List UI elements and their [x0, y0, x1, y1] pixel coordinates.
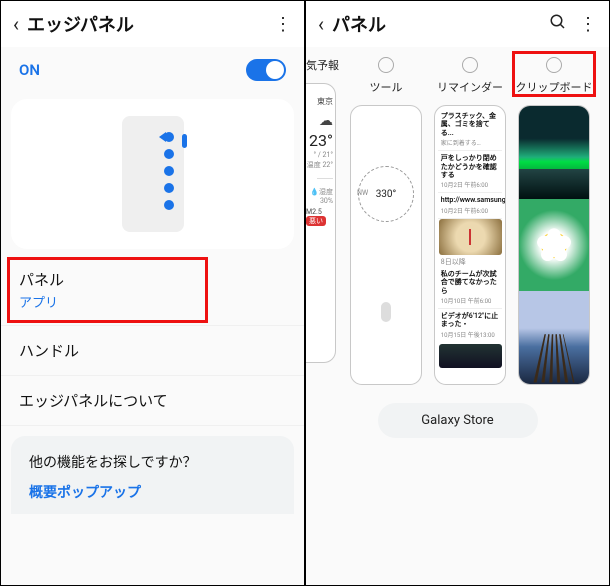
more-icon[interactable]: ⋮: [579, 14, 597, 35]
reminder-prev-label: 8日以降: [438, 255, 502, 267]
screen-panel-picker: ‹ パネル ⋮ 気予報 東京 ☁ 23° ° / 21° 温度 22° 💧湿度 …: [305, 0, 610, 586]
clipboard-image-daisy: [518, 199, 590, 292]
edge-handle-icon: [182, 134, 187, 148]
panel-card-tools: NW 330°: [350, 105, 422, 385]
reminder-date: 家に到着する…: [441, 138, 499, 147]
galaxy-store-button[interactable]: Galaxy Store: [378, 403, 538, 438]
toggle-switch[interactable]: [246, 59, 286, 81]
page-title: エッジパネル: [27, 11, 262, 37]
edge-dot-icon: [164, 183, 174, 193]
flashlight-icon: [381, 302, 391, 322]
reminder-title: プラスチック、金属、ゴミを捨てる...: [441, 112, 499, 137]
edge-dot-icon: [164, 200, 174, 210]
radio-unselected[interactable]: [546, 57, 562, 73]
footer-card: 他の機能をお探しですか？ 概要ポップアップ: [11, 436, 294, 514]
panel-label: ツール: [370, 79, 403, 95]
header: ‹ エッジパネル ⋮: [1, 1, 304, 47]
weather-humidity-label: 💧湿度: [310, 187, 333, 197]
divider: [317, 178, 333, 179]
edge-dot-icon: [164, 166, 174, 176]
header: ‹ パネル ⋮: [306, 1, 609, 47]
panel-menu-item[interactable]: パネル アプリ: [1, 255, 304, 326]
clipboard-image-pier: [518, 291, 590, 384]
back-icon[interactable]: ‹: [13, 12, 19, 36]
page-title: パネル: [332, 11, 537, 37]
weather-humidity: 30%: [320, 197, 333, 205]
weather-temp: 23°: [309, 131, 333, 150]
screen-edge-panel-settings: ‹ エッジパネル ⋮ ON パネル アプリ ハンドル: [0, 0, 305, 586]
red-highlight: [7, 257, 208, 323]
panel-reminder[interactable]: リマインダー プラスチック、金属、ゴミを捨てる... 家に到着する… 戸をしっか…: [432, 57, 508, 385]
reminder-date: 10月15日 午後13:00: [441, 330, 499, 339]
weather-city: 東京: [317, 96, 333, 107]
panel-tools[interactable]: ツール NW 330°: [348, 57, 424, 385]
radio-unselected[interactable]: [378, 57, 394, 73]
more-icon[interactable]: ⋮: [274, 14, 292, 35]
toggle-label: ON: [19, 61, 40, 79]
footer-link[interactable]: 概要ポップアップ: [29, 482, 276, 502]
radio-unselected[interactable]: [462, 57, 478, 73]
reminder-image-compass: [439, 219, 502, 255]
reminder-date: 10月2日 午前6:00: [441, 206, 499, 215]
search-icon[interactable]: [549, 13, 567, 35]
panel-scroll[interactable]: 気予報 東京 ☁ 23° ° / 21° 温度 22° 💧湿度 30% M2.5…: [306, 47, 609, 585]
panel-card-reminder: プラスチック、金属、ゴミを捨てる... 家に到着する… 戸をしっかり閉めたかどう…: [434, 105, 506, 385]
edge-preview: [122, 116, 184, 232]
reminder-title: 私のチームが次試合で勝てなかったら: [441, 270, 499, 295]
panel-row: 気予報 東京 ☁ 23° ° / 21° 温度 22° 💧湿度 30% M2.5…: [306, 57, 609, 385]
weather-range: ° / 21°: [314, 151, 333, 159]
reminder-item: プラスチック、金属、ゴミを捨てる... 家に到着する…: [438, 109, 502, 151]
reminder-date: 10月2日 午前6:00: [441, 180, 499, 189]
reminder-item: http://www.samsung.com 10月2日 午前6:00: [438, 193, 502, 218]
reminder-item: 私のチームが次試合で勝てなかったら 10月10日 午前6:00: [438, 267, 502, 309]
clipboard-image-aurora: [518, 106, 590, 199]
weather-feels: 温度 22°: [307, 160, 333, 170]
panel-label: クリップボード: [516, 79, 593, 95]
reminder-link: http://www.samsung.com: [441, 196, 499, 204]
panel-label: 気予報: [306, 57, 339, 73]
item-title: ハンドル: [19, 340, 286, 361]
panel-weather-partial[interactable]: 気予報 東京 ☁ 23° ° / 21° 温度 22° 💧湿度 30% M2.5…: [306, 57, 340, 385]
handle-menu-item[interactable]: ハンドル: [1, 326, 304, 376]
weather-pm: M2.5 悪い: [306, 208, 333, 226]
compass-icon: NW 330°: [358, 166, 414, 222]
item-title: エッジパネルについて: [19, 390, 286, 411]
reminder-item: 戸をしっかり閉めたかどうかを確認する 10月2日 午前6:00: [438, 151, 502, 193]
panel-card-clipboard: [518, 105, 590, 385]
reminder-title: 戸をしっかり閉めたかどうかを確認する: [441, 154, 499, 179]
edge-preview-area: [11, 99, 294, 249]
reminder-date: 10月10日 午前6:00: [441, 296, 499, 305]
edge-dot-icon: [164, 149, 174, 159]
settings-list: パネル アプリ ハンドル エッジパネルについて: [1, 255, 304, 426]
footer-title: 他の機能をお探しですか？: [29, 452, 276, 472]
item-title: パネル: [19, 269, 286, 290]
edge-dot-icon: [164, 132, 174, 142]
reminder-title: ビデオが6'12"に止まった・: [441, 312, 499, 329]
panel-card-weather: 東京 ☁ 23° ° / 21° 温度 22° 💧湿度 30% M2.5 悪い: [306, 83, 336, 363]
reminder-image-storm: [439, 344, 502, 368]
panel-label: リマインダー: [437, 79, 503, 95]
master-toggle-row[interactable]: ON: [1, 47, 304, 93]
back-icon[interactable]: ‹: [318, 12, 324, 36]
compass-dir: NW: [357, 189, 368, 197]
compass-deg: 330°: [376, 189, 397, 200]
reminder-item: ビデオが6'12"に止まった・ 10月15日 午後13:00: [438, 309, 502, 342]
panel-clipboard[interactable]: クリップボード: [516, 57, 592, 385]
item-sub: アプリ: [19, 292, 286, 311]
about-menu-item[interactable]: エッジパネルについて: [1, 376, 304, 426]
weather-cloud-icon: ☁: [319, 113, 333, 129]
